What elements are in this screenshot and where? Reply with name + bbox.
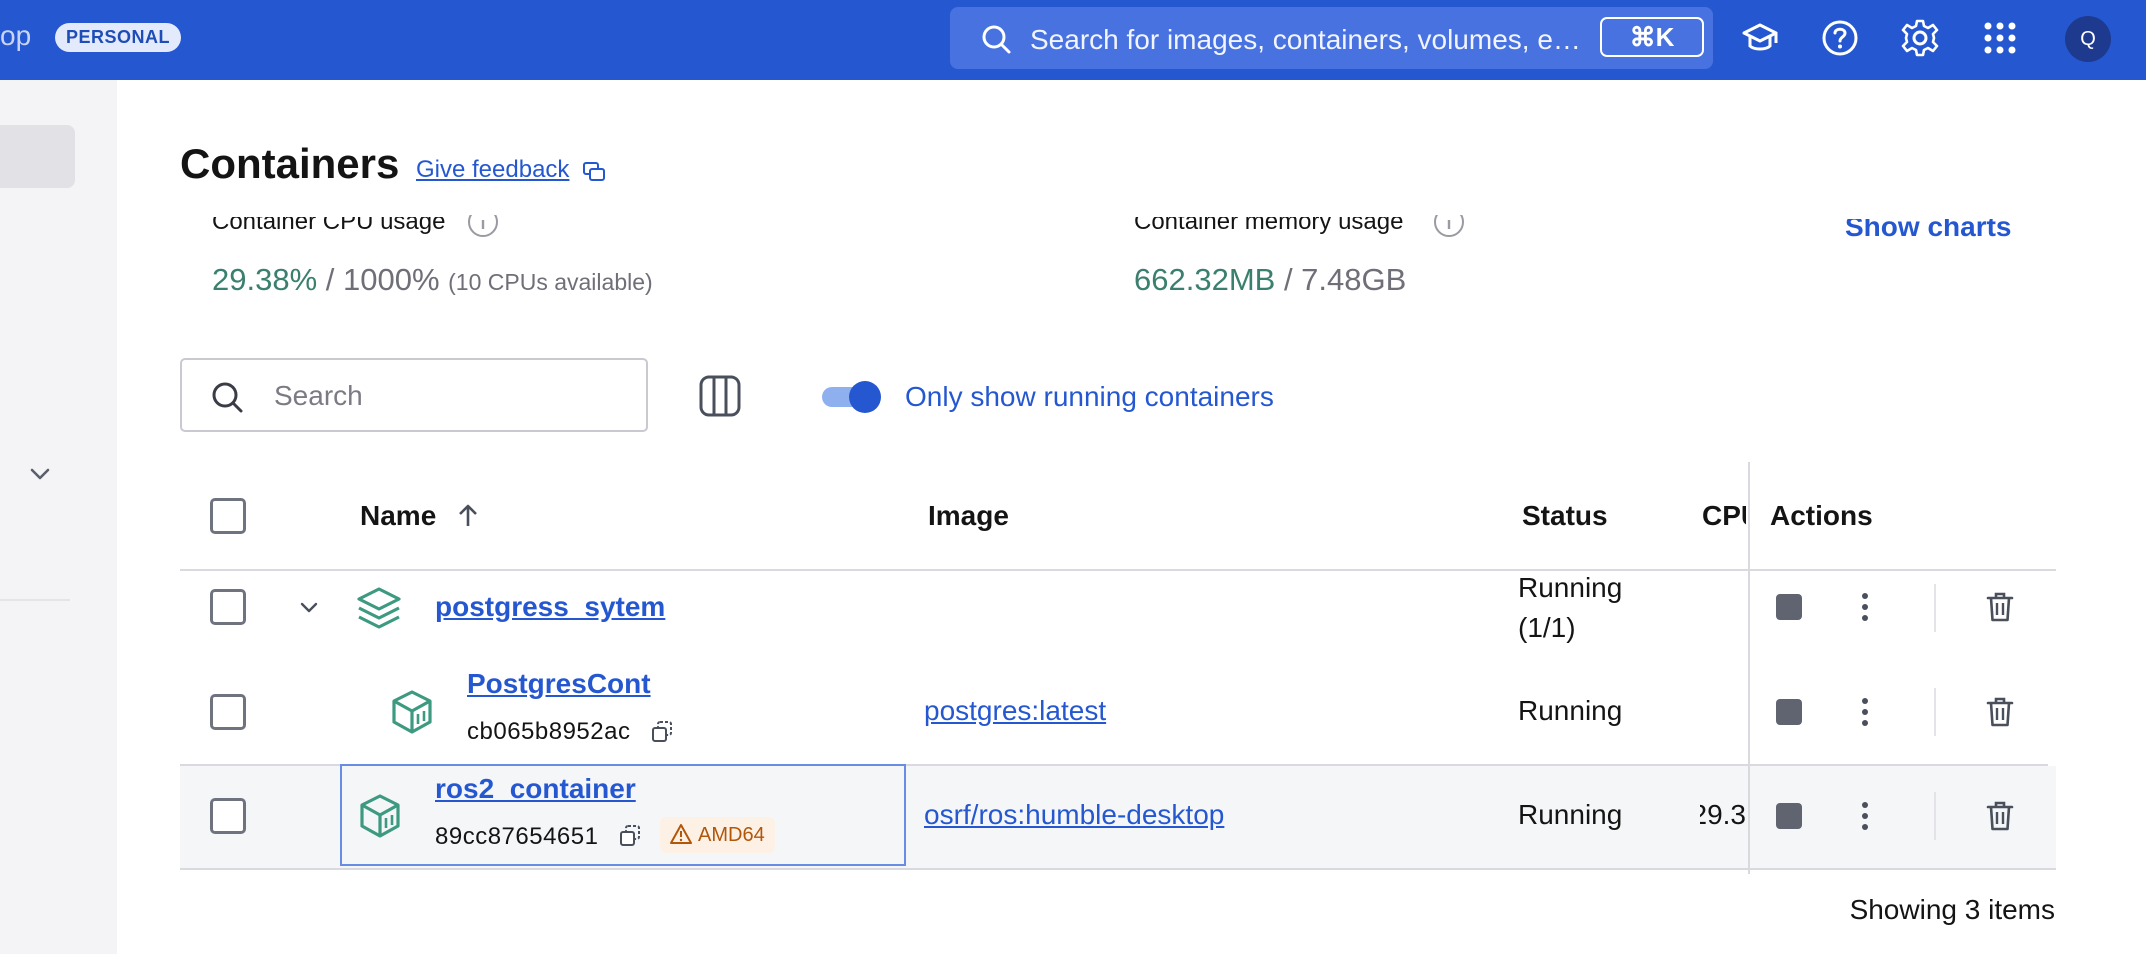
sidebar-item-active[interactable]: [0, 125, 75, 188]
copy-icon[interactable]: [618, 824, 642, 848]
search-shortcut-hint: ⌘K: [1600, 17, 1704, 57]
settings-icon[interactable]: [1900, 18, 1940, 58]
show-charts-button[interactable]: Show charts: [1845, 219, 2011, 243]
item-count: Showing 3 items: [1849, 894, 2055, 925]
cpu-usage-value: 29.38% / 1000% (10 CPUs available): [212, 262, 653, 298]
column-header-image[interactable]: Image: [928, 500, 1009, 532]
info-icon[interactable]: [467, 206, 499, 238]
sidebar-divider: [0, 599, 70, 601]
image-link[interactable]: postgres:latest: [924, 695, 1106, 727]
sidebar: [0, 80, 117, 954]
container-name-link[interactable]: PostgresCont: [467, 668, 651, 700]
action-divider: [1934, 792, 1936, 840]
cpu-separator: /: [317, 262, 343, 297]
container-search-input[interactable]: [272, 374, 636, 418]
search-icon: [212, 382, 243, 413]
give-feedback-link[interactable]: Give feedback: [416, 156, 569, 184]
app-brand-fragment: op: [0, 20, 32, 51]
container-id: 89cc87654651: [435, 823, 599, 850]
column-header-cpu[interactable]: CPU: [1702, 500, 1746, 531]
sort-ascending-icon[interactable]: [454, 502, 482, 530]
running-only-toggle[interactable]: [822, 381, 882, 413]
global-search-placeholder: Search for images, containers, volumes, …: [1030, 24, 1581, 55]
cpu-cell-clip: 29.3: [1700, 799, 1746, 839]
chevron-down-icon[interactable]: [296, 594, 322, 620]
memory-usage-label: Container memory usage: [1134, 208, 1404, 235]
user-avatar[interactable]: Q: [2065, 16, 2111, 62]
memory-used: 662.32MB: [1134, 262, 1276, 297]
copy-icon[interactable]: [650, 720, 674, 744]
delete-icon[interactable]: [1985, 800, 2015, 832]
action-divider: [1934, 584, 1936, 632]
row-checkbox[interactable]: [210, 694, 246, 730]
columns-toggle-icon[interactable]: [698, 374, 742, 418]
cpu-used: 29.38%: [212, 262, 318, 297]
column-header-actions: Actions: [1770, 500, 1873, 531]
global-search-bar[interactable]: Search for images, containers, volumes, …: [950, 7, 1713, 69]
delete-icon[interactable]: [1985, 591, 2015, 623]
container-icon: [360, 794, 400, 838]
plan-badge[interactable]: PERSONAL: [55, 23, 182, 52]
column-header-status[interactable]: Status: [1522, 500, 1608, 532]
top-bar: op PERSONAL Search for images, container…: [0, 0, 2146, 80]
memory-separator: /: [1275, 262, 1302, 297]
toggle-knob: [849, 381, 881, 413]
memory-usage-value: 662.32MB / 7.48GB: [1134, 262, 1406, 298]
actions-column-divider: [1748, 462, 1750, 874]
running-only-label[interactable]: Only show running containers: [905, 381, 1274, 413]
container-name-link[interactable]: ros2_container: [435, 773, 636, 805]
group-name-link[interactable]: postgress_sytem: [435, 591, 665, 623]
action-divider: [1934, 688, 1936, 736]
column-header-name[interactable]: Name: [360, 500, 436, 532]
info-icon[interactable]: [1433, 206, 1465, 238]
container-id: cb065b8952ac: [467, 718, 631, 745]
page-title: Containers: [180, 140, 400, 187]
apps-grid-icon[interactable]: [1980, 18, 2020, 58]
help-icon[interactable]: [1820, 18, 1860, 58]
row-divider: [180, 868, 2056, 870]
more-options-icon[interactable]: [1860, 697, 1870, 727]
feedback-icon[interactable]: [582, 160, 606, 184]
group-status-line2: (1/1): [1518, 612, 1576, 643]
container-search-field[interactable]: [180, 358, 648, 432]
stop-button[interactable]: [1776, 699, 1802, 725]
compose-stack-icon: [357, 587, 401, 629]
search-icon: [982, 25, 1011, 54]
column-header-cpu-clip: CPU: [1702, 500, 1746, 532]
cpu-usage-label: Container CPU usage: [212, 208, 446, 235]
chevron-down-icon[interactable]: [26, 460, 54, 488]
cpu-available-note: (10 CPUs available): [448, 269, 653, 295]
container-status: Running: [1518, 695, 1623, 726]
more-options-icon[interactable]: [1860, 592, 1870, 622]
stop-button[interactable]: [1776, 803, 1802, 829]
cpu-total: 1000%: [342, 262, 440, 297]
image-link[interactable]: osrf/ros:humble-desktop: [924, 799, 1224, 831]
stop-button[interactable]: [1776, 594, 1802, 620]
row-checkbox[interactable]: [210, 798, 246, 834]
learning-center-icon[interactable]: [1740, 18, 1780, 58]
more-options-icon[interactable]: [1860, 801, 1870, 831]
memory-total: 7.48GB: [1301, 262, 1407, 297]
delete-icon[interactable]: [1985, 696, 2015, 728]
cpu-usage-cell: 29.3: [1700, 799, 1746, 830]
header-divider: [180, 569, 2056, 571]
architecture-badge-label: AMD64: [698, 824, 765, 846]
architecture-warning-badge: AMD64: [660, 817, 775, 853]
select-all-checkbox[interactable]: [210, 498, 246, 534]
group-status-line1: Running: [1518, 572, 1623, 603]
container-status: Running: [1518, 799, 1623, 830]
row-checkbox[interactable]: [210, 589, 246, 625]
group-status: Running (1/1): [1518, 568, 1622, 648]
warning-icon: [670, 824, 692, 844]
container-icon: [392, 690, 432, 734]
